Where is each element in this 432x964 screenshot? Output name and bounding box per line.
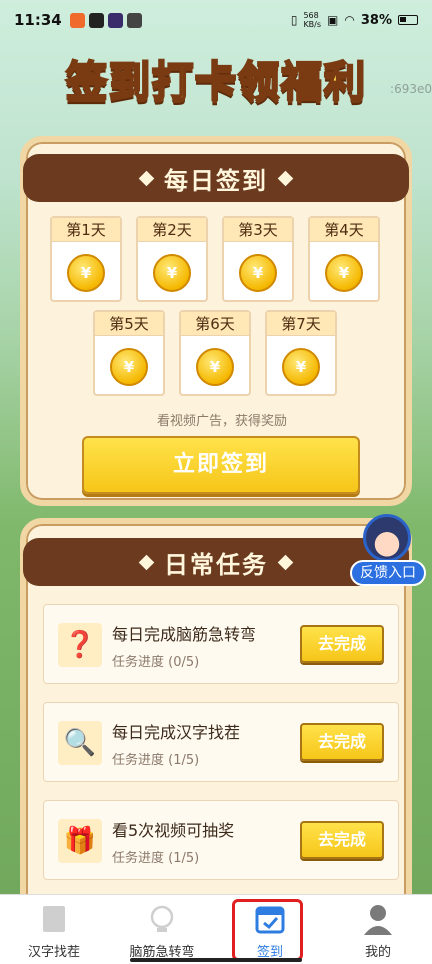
gift-icon: 🎁 bbox=[58, 819, 102, 863]
task-title: 每日完成脑筋急转弯 bbox=[112, 625, 257, 644]
checkin-panel: 每日签到 第1天 ¥ 第2天 ¥ 第3天 ¥ 第4天 ¥ 第5天 ¥ 第6天 ¥… bbox=[20, 136, 412, 506]
nav-item-riddle[interactable]: 脑筋急转弯 bbox=[108, 895, 216, 964]
task-go-button[interactable]: 去完成 bbox=[300, 821, 384, 859]
status-bar: 11:34 ▯ 568 KB/s ▣ ◠ 38% bbox=[0, 0, 432, 40]
task-progress: 任务进度 (0/5) bbox=[112, 655, 200, 670]
day-card-5: 第5天 ¥ bbox=[93, 310, 165, 396]
day-label: 第4天 bbox=[310, 218, 378, 242]
checkin-header: 每日签到 bbox=[23, 154, 409, 202]
diamond-icon bbox=[277, 554, 294, 570]
battery-text: 38% bbox=[360, 12, 392, 28]
day-card-7: 第7天 ¥ bbox=[265, 310, 337, 396]
task-title: 每日完成汉字找茬 bbox=[112, 723, 241, 742]
status-time: 11:34 bbox=[14, 11, 62, 29]
day-label: 第5天 bbox=[95, 312, 163, 336]
task-go-button[interactable]: 去完成 bbox=[300, 723, 384, 761]
diamond-icon bbox=[138, 554, 155, 570]
day-card-3: 第3天 ¥ bbox=[222, 216, 294, 302]
day-card-4: 第4天 ¥ bbox=[308, 216, 380, 302]
question-box-icon: ❓ bbox=[58, 623, 102, 667]
diamond-icon bbox=[138, 170, 155, 186]
user-icon bbox=[361, 903, 395, 935]
support-avatar-icon bbox=[363, 514, 411, 562]
wifi-icon: ◠ bbox=[344, 13, 355, 27]
nav-item-mine[interactable]: 我的 bbox=[324, 895, 432, 964]
net-speed-value: 568 bbox=[303, 11, 319, 20]
checkin-title: 每日签到 bbox=[164, 166, 268, 195]
day-label: 第7天 bbox=[267, 312, 335, 336]
day-label: 第1天 bbox=[52, 218, 120, 242]
task-go-button[interactable]: 去完成 bbox=[300, 625, 384, 663]
media-icon bbox=[107, 12, 123, 28]
task-item: ❓ 每日完成脑筋急转弯 任务进度 (0/5) 去完成 bbox=[43, 604, 399, 684]
diamond-icon bbox=[277, 170, 294, 186]
coin-icon: ¥ bbox=[153, 254, 191, 292]
tasks-title: 日常任务 bbox=[164, 550, 268, 579]
page-title: 签到打卡领福利 bbox=[64, 56, 367, 107]
coin-icon: ¥ bbox=[196, 348, 234, 386]
coin-icon: ¥ bbox=[282, 348, 320, 386]
task-title: 看5次视频可抽奖 bbox=[112, 821, 235, 840]
bottom-nav: 汉字找茬 脑筋急转弯 签到 我的 bbox=[0, 894, 432, 964]
feedback-entry[interactable]: 反馈入口 bbox=[350, 514, 426, 588]
day-card-1: 第1天 ¥ bbox=[50, 216, 122, 302]
sim-icon: ▣ bbox=[327, 13, 339, 27]
coin-icon: ¥ bbox=[239, 254, 277, 292]
day-label: 第2天 bbox=[138, 218, 206, 242]
magnifier-icon: 🔍 bbox=[58, 721, 102, 765]
net-speed-unit: KB/s bbox=[303, 20, 322, 29]
day-card-2: 第2天 ¥ bbox=[136, 216, 208, 302]
mail-icon bbox=[126, 12, 142, 28]
active-tab-highlight bbox=[232, 899, 303, 961]
feedback-label: 反馈入口 bbox=[350, 560, 426, 586]
battery-icon bbox=[398, 15, 418, 25]
nav-item-hanzi[interactable]: 汉字找茬 bbox=[0, 895, 108, 964]
day-label: 第3天 bbox=[224, 218, 292, 242]
hanzi-icon bbox=[37, 903, 71, 935]
vibrate-icon: ▯ bbox=[290, 13, 298, 27]
app-icon bbox=[88, 12, 104, 28]
nav-label: 我的 bbox=[364, 945, 391, 960]
coin-icon: ¥ bbox=[67, 254, 105, 292]
task-item: 🎁 看5次视频可抽奖 任务进度 (1/5) 去完成 bbox=[43, 800, 399, 880]
coin-icon: ¥ bbox=[110, 348, 148, 386]
nav-label: 汉字找茬 bbox=[27, 945, 80, 960]
notification-icon bbox=[69, 12, 85, 28]
day-card-6: 第6天 ¥ bbox=[179, 310, 251, 396]
day-label: 第6天 bbox=[181, 312, 249, 336]
checkin-hint: 看视频广告，获得奖励 bbox=[156, 414, 287, 429]
home-indicator bbox=[130, 958, 302, 962]
task-progress: 任务进度 (1/5) bbox=[112, 753, 200, 768]
sign-in-button[interactable]: 立即签到 bbox=[82, 436, 360, 494]
coin-icon: ¥ bbox=[325, 254, 363, 292]
task-progress: 任务进度 (1/5) bbox=[112, 851, 200, 866]
task-item: 🔍 每日完成汉字找茬 任务进度 (1/5) 去完成 bbox=[43, 702, 399, 782]
ghost-id: :693e0 bbox=[390, 82, 432, 96]
bulb-icon bbox=[145, 903, 179, 935]
